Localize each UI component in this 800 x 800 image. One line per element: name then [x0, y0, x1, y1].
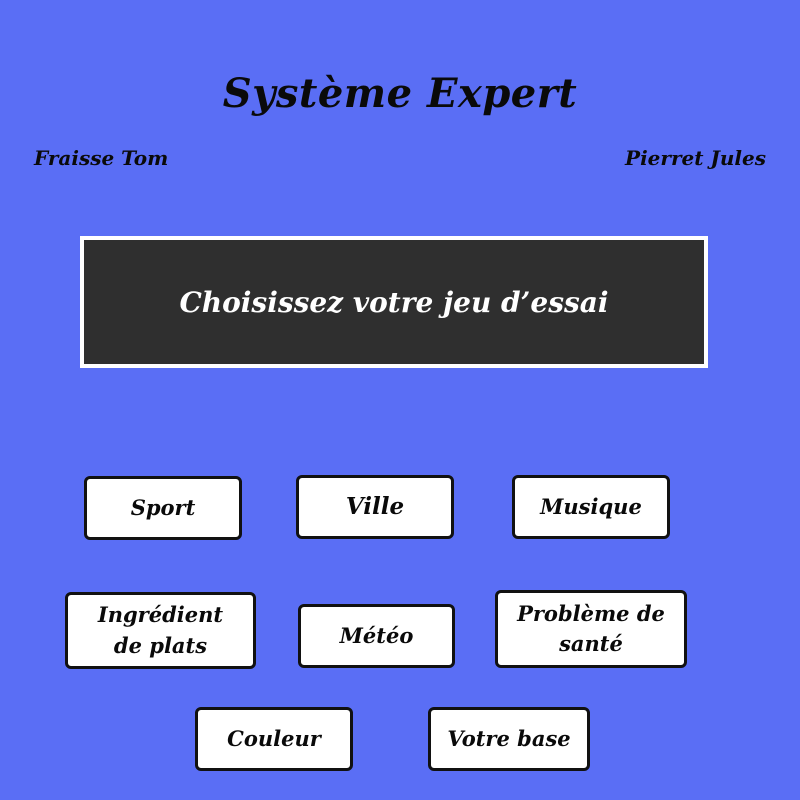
- instruction-text: Choisissez votre jeu d’essai: [179, 285, 609, 319]
- author-name-left: Fraisse Tom: [34, 146, 169, 170]
- musique-button[interactable]: Musique: [512, 475, 670, 539]
- ville-button[interactable]: Ville: [296, 475, 454, 539]
- sante-label-line2: santé: [559, 631, 623, 656]
- votre-base-button[interactable]: Votre base: [428, 707, 590, 771]
- sante-label-line1: Problème de: [517, 600, 665, 626]
- instruction-banner: Choisissez votre jeu d’essai: [80, 236, 708, 368]
- ingredient-label-line1: Ingrédient: [97, 602, 224, 628]
- sport-button-label: Sport: [130, 494, 196, 520]
- couleur-button[interactable]: Couleur: [195, 707, 353, 771]
- ville-button-label: Ville: [345, 493, 405, 521]
- meteo-button[interactable]: Météo: [298, 604, 455, 668]
- page-title: Système Expert: [222, 70, 578, 117]
- sante-button-label: Problème de santé: [517, 599, 665, 660]
- meteo-button-label: Météo: [339, 622, 414, 648]
- ingredient-button-label: Ingrédient de plats: [98, 600, 223, 661]
- author-name-right: Pierret Jules: [625, 146, 766, 170]
- votre-base-button-label: Votre base: [447, 725, 571, 751]
- sport-button[interactable]: Sport: [84, 476, 242, 540]
- ingredient-label-line2: de plats: [113, 632, 208, 658]
- probleme-de-sante-button[interactable]: Problème de santé: [495, 590, 687, 668]
- musique-button-label: Musique: [540, 493, 642, 519]
- ingredient-de-plats-button[interactable]: Ingrédient de plats: [65, 592, 256, 669]
- couleur-button-label: Couleur: [227, 725, 321, 751]
